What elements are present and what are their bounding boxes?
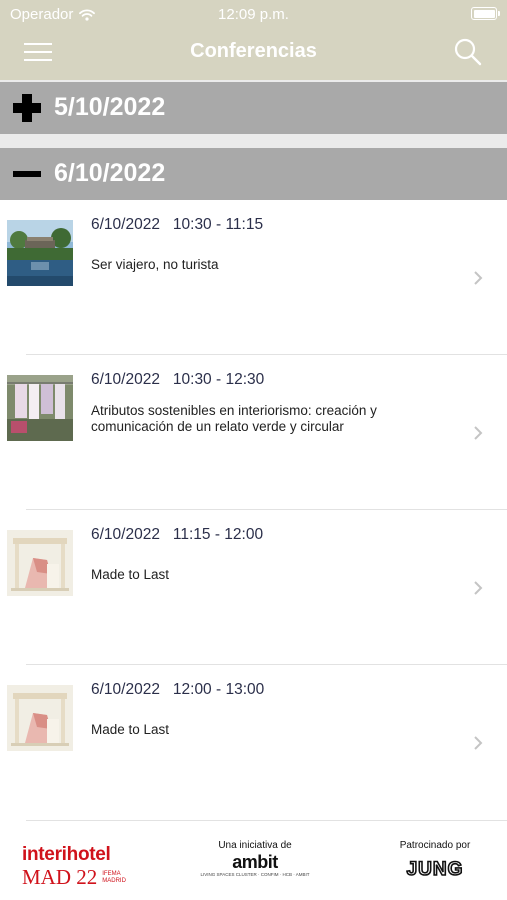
clothes-photo (7, 375, 73, 441)
conference-time: 11:15 - 12:00 (172, 526, 264, 543)
jung-wordmark: JUNG (406, 858, 464, 881)
section-header-5-10-2022[interactable]: 5/10/2022 (0, 82, 507, 134)
conference-datetime: 6/10/2022 10:30 - 11:15 (91, 216, 263, 234)
chevron-right-icon (474, 271, 483, 285)
conference-title: Ser viajero, no turista (91, 257, 219, 272)
conference-title: Atributos sostenibles en interiorismo: c… (91, 403, 377, 434)
conference-datetime: 6/10/2022 10:30 - 12:30 (91, 371, 264, 389)
interihotel-venue: IFEMA MADRID (102, 871, 126, 885)
interihotel-logo: interihotel MAD 22 IFEMA MADRID (22, 844, 134, 890)
navigation-bar: Conferencias (0, 28, 507, 80)
ambit-tagline: LIVING SPACES CLUSTER · CONFIM · HCB · A… (200, 872, 310, 877)
jung-logo: Patrocinado por JUNG (385, 840, 485, 881)
conference-date: 6/10/2022 (91, 526, 160, 543)
chevron-right-icon (474, 426, 483, 440)
conference-title: Made to Last (91, 567, 170, 582)
battery-icon (471, 7, 500, 20)
section-header-6-10-2022[interactable]: 6/10/2022 (0, 148, 507, 200)
furniture-render (7, 530, 73, 596)
conference-datetime: 6/10/2022 12:00 - 13:00 (91, 681, 264, 699)
conference-list: 6/10/2022 10:30 - 11:15 Ser viajero, no … (0, 200, 507, 820)
conference-title: Made to Last (91, 722, 170, 737)
interihotel-wordmark: interihotel (22, 844, 111, 865)
list-item[interactable]: 6/10/2022 12:00 - 13:00 Made to Last (0, 665, 507, 820)
sponsor-caption: Patrocinado por (399, 840, 471, 851)
venue-line-1: IFEMA (102, 870, 121, 877)
chevron-right-icon (474, 581, 483, 595)
conference-date: 6/10/2022 (91, 371, 160, 388)
conference-time: 10:30 - 11:15 (172, 216, 264, 233)
conference-date: 6/10/2022 (91, 216, 160, 233)
divider (0, 134, 507, 148)
initiative-caption: Una iniciativa de (218, 840, 292, 851)
conference-datetime: 6/10/2022 11:15 - 12:00 (91, 526, 263, 544)
conference-time: 12:00 - 13:00 (172, 681, 265, 698)
list-item[interactable]: 6/10/2022 10:30 - 11:15 Ser viajero, no … (0, 200, 507, 355)
status-bar: Operador 12:09 p.m. (0, 0, 507, 28)
interihotel-edition: MAD 22 (22, 865, 98, 889)
sponsor-footer: interihotel MAD 22 IFEMA MADRID Una inic… (0, 820, 507, 900)
page-title: Conferencias (190, 40, 317, 62)
section-date: 5/10/2022 (54, 93, 166, 121)
ambit-logo: Una iniciativa de ambit LIVING SPACES CL… (200, 840, 310, 877)
pool-photo (7, 220, 73, 286)
clock: 12:09 p.m. (218, 6, 289, 23)
list-item[interactable]: 6/10/2022 10:30 - 12:30 Atributos sosten… (0, 355, 507, 510)
collapse-minus-icon (13, 171, 41, 177)
expand-plus-icon (13, 94, 41, 122)
ambit-wordmark: ambit (232, 852, 278, 872)
conference-time: 10:30 - 12:30 (172, 371, 265, 388)
conference-date: 6/10/2022 (91, 681, 160, 698)
section-date: 6/10/2022 (54, 159, 166, 187)
footer-divider (26, 820, 507, 821)
furniture-render (7, 685, 73, 751)
venue-line-2: MADRID (102, 877, 126, 884)
search-icon[interactable] (453, 37, 483, 67)
chevron-right-icon (474, 736, 483, 750)
list-item[interactable]: 6/10/2022 11:15 - 12:00 Made to Last (0, 510, 507, 665)
